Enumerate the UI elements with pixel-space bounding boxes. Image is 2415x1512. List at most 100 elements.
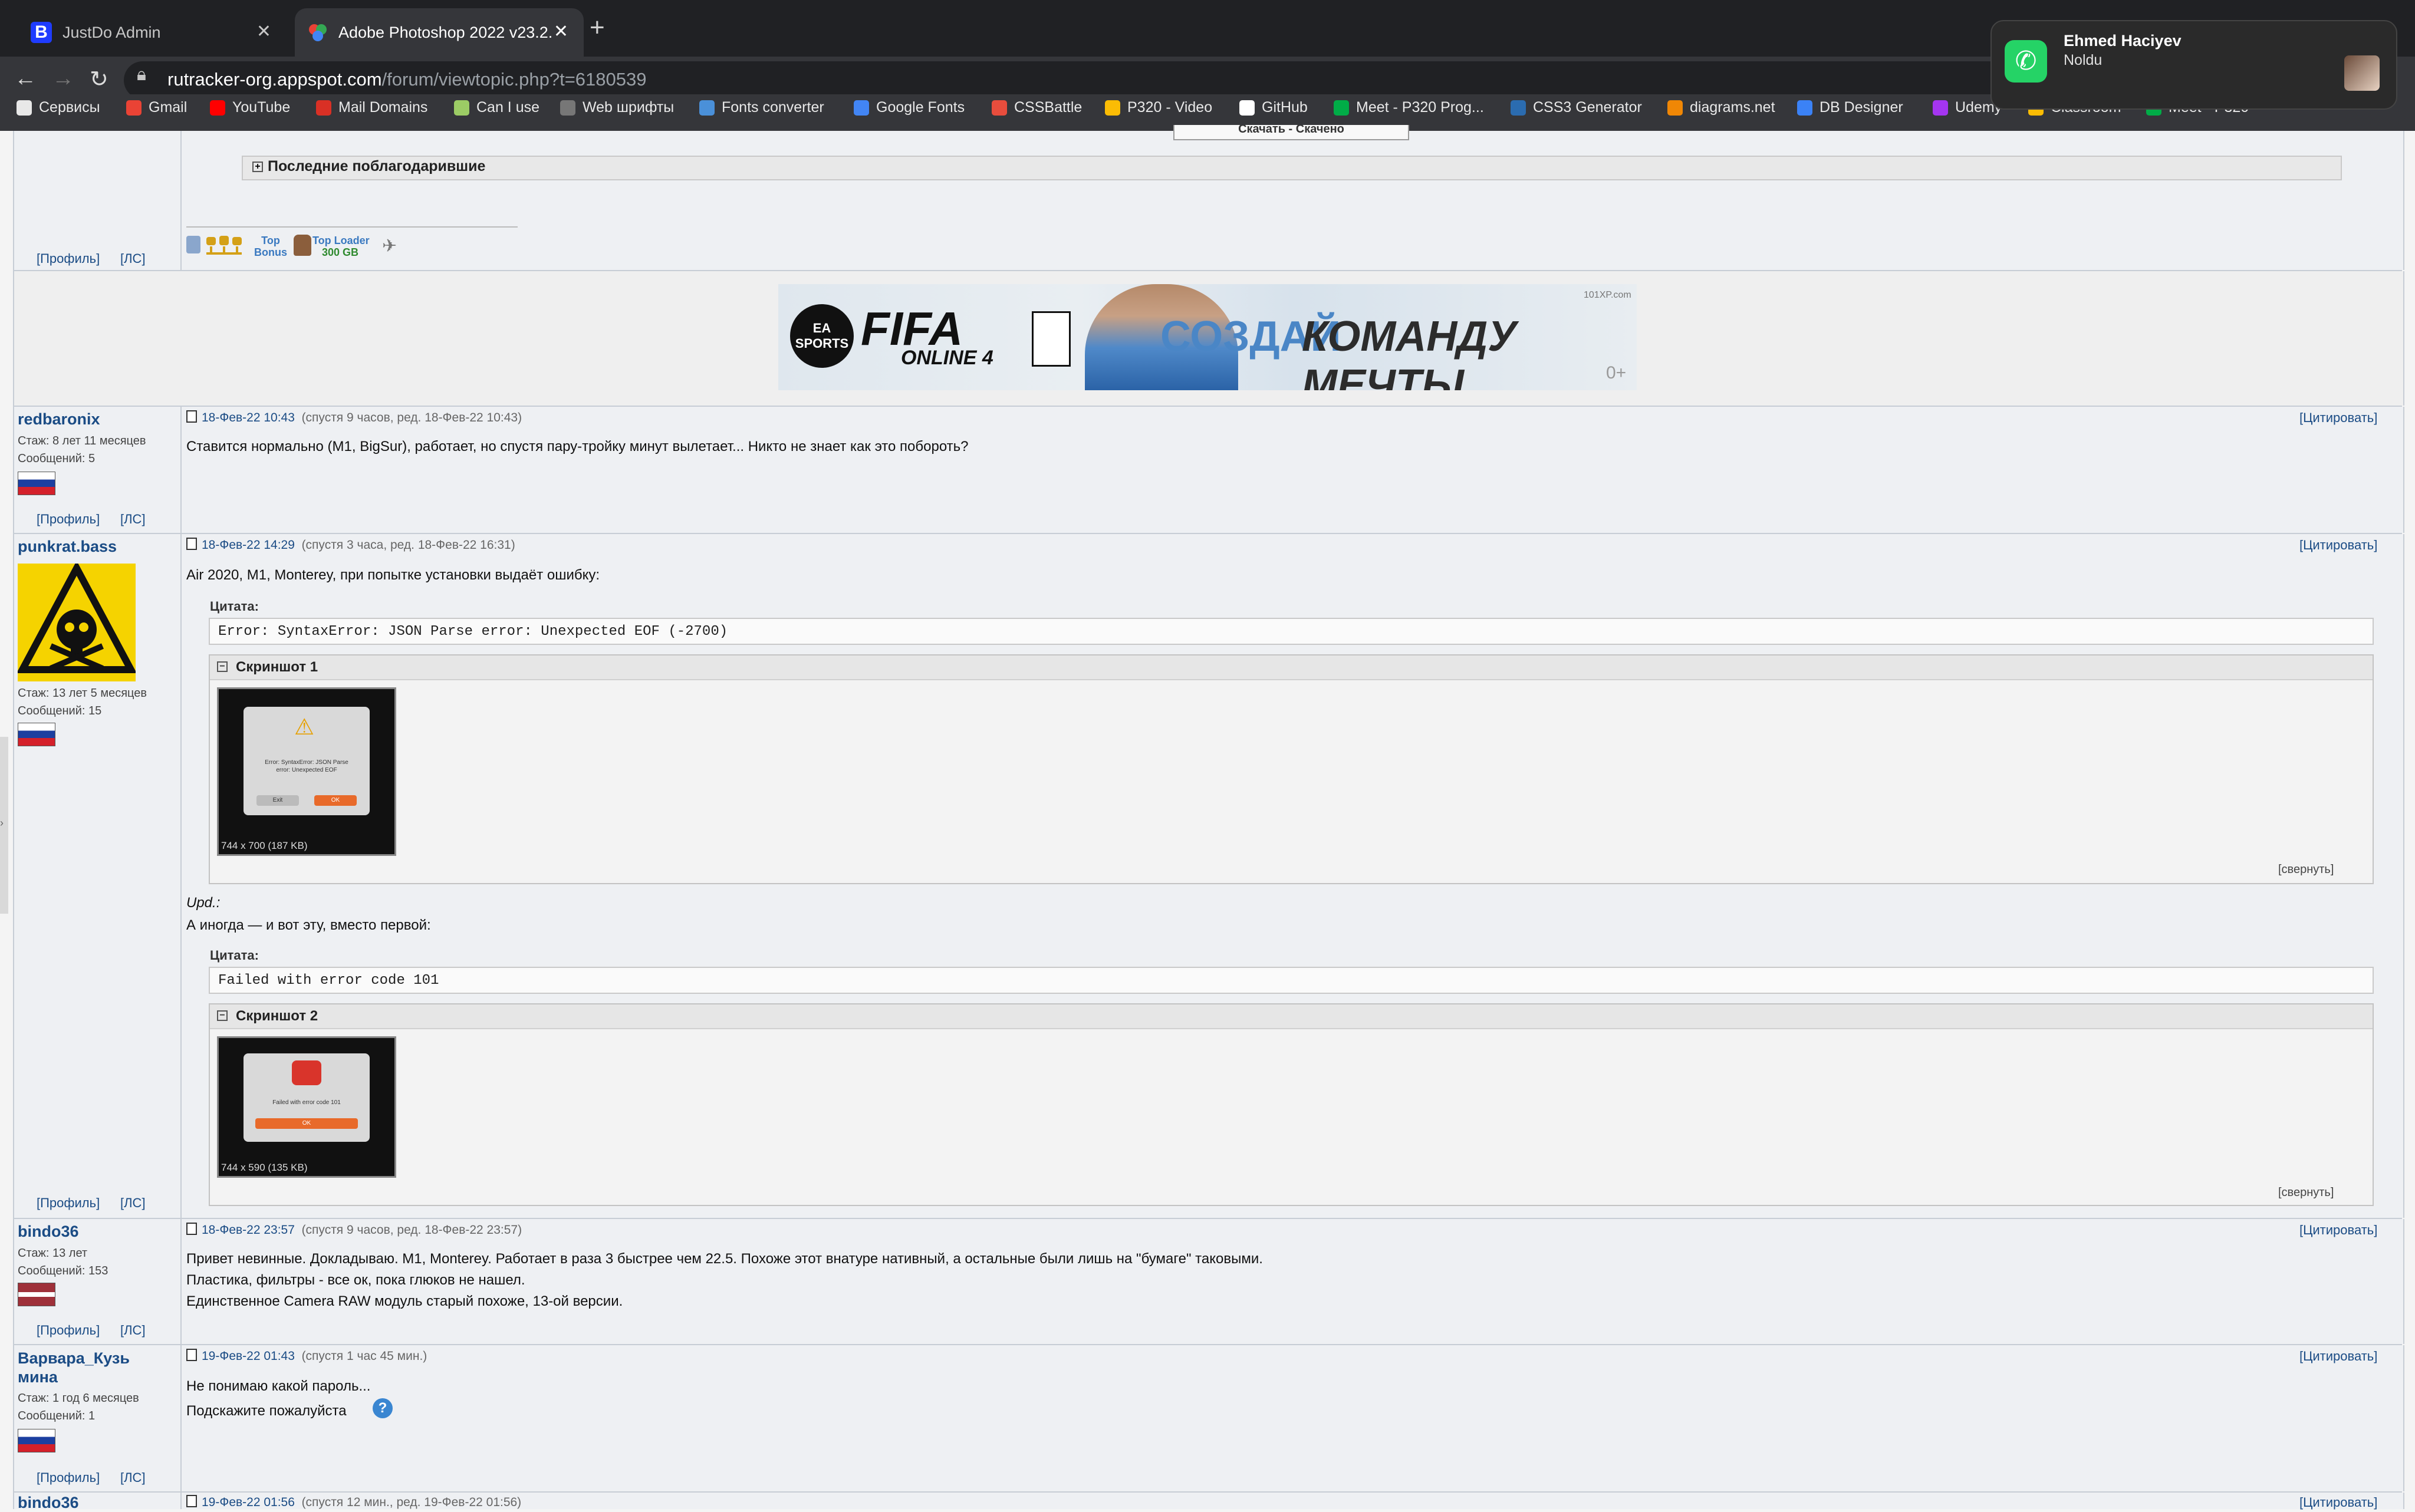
bookmark-label: YouTube	[232, 99, 291, 116]
pm-link[interactable]: [ЛС]	[120, 251, 146, 266]
bookmark-label: DB Designer	[1820, 99, 1903, 116]
post-text: Ставится нормально (M1, BigSur), работае…	[186, 439, 969, 454]
post-date[interactable]: 18-Фев-22 14:29	[202, 538, 295, 552]
image-caption: 744 x 590 (135 KB)	[221, 1162, 308, 1173]
whatsapp-notification[interactable]	[1990, 20, 2397, 110]
bookmark-label: CSS3 Generator	[1533, 99, 1642, 116]
bookmark-label: Сервисы	[39, 99, 100, 116]
post-edit-meta: (спустя 12 мин., ред. 19-Фев-22 01:56)	[301, 1495, 522, 1509]
profile-link[interactable]: [Профиль]	[37, 251, 100, 266]
bookmark-item[interactable]: GitHub	[1239, 99, 1308, 116]
bookmark-item[interactable]: DB Designer	[1797, 99, 1903, 116]
post-date[interactable]: 19-Фев-22 01:56	[202, 1495, 295, 1509]
bookmark-item[interactable]: CSS3 Generator	[1511, 99, 1642, 116]
post-header: 19-Фев-22 01:56 (спустя 12 мин., ред. 19…	[186, 1495, 521, 1510]
pm-link[interactable]: [ЛС]	[120, 1195, 146, 1211]
url-text[interactable]: rutracker-org.appspot.com/forum/viewtopi…	[167, 69, 647, 90]
author-experience: Стаж: 1 год 6 месяцев	[18, 1392, 139, 1405]
author-name[interactable]: bindo36	[18, 1494, 79, 1512]
age-rating: 0+	[1606, 363, 1627, 383]
collapse-minus-icon[interactable]: −	[217, 1010, 228, 1021]
download-button[interactable]: Скачать - Скачено	[1173, 125, 1409, 140]
post-text-line: Единственное Camera RAW модуль старый по…	[186, 1293, 623, 1309]
quote-button[interactable]: [Цитировать]	[2299, 538, 2377, 553]
post-date[interactable]: 18-Фев-22 10:43	[202, 411, 295, 424]
spoiler-title: Скриншот 1	[236, 659, 318, 675]
lock-icon[interactable]: 🔒︎	[137, 65, 146, 85]
spoiler-header[interactable]: − Скриншот 1	[210, 655, 2373, 680]
collapse-minus-icon[interactable]: −	[217, 661, 228, 672]
whatsapp-icon: ✆	[2005, 40, 2047, 83]
screenshot-thumbnail-2[interactable]: Failed with error code 101 OK 744 x 590 …	[217, 1036, 396, 1178]
new-tab-plus-icon[interactable]: +	[590, 13, 605, 42]
reload-icon[interactable]: ↻	[90, 66, 108, 93]
bookmark-label: P320 - Video	[1127, 99, 1213, 116]
profile-link[interactable]: [Профиль]	[37, 512, 100, 527]
bookmark-item[interactable]: Mail Domains	[316, 99, 427, 116]
bookmark-item[interactable]: Сервисы	[17, 99, 100, 116]
bookmark-item[interactable]: YouTube	[210, 99, 290, 116]
russia-flag-icon	[18, 723, 55, 746]
post-icon	[186, 1495, 197, 1507]
post-date[interactable]: 19-Фев-22 01:43	[202, 1349, 295, 1363]
diagrams-icon	[1667, 100, 1683, 116]
forward-arrow-icon[interactable]: →	[52, 66, 74, 91]
notification-body: Noldu	[2064, 52, 2103, 68]
profile-link[interactable]: [Профиль]	[37, 1195, 100, 1211]
fifa-banner-ad[interactable]: EA SPORTS FIFA ONLINE 4 СОЗДАЙ КОМАНДУ М…	[778, 284, 1637, 390]
post-previous	[13, 131, 2404, 270]
pm-link[interactable]: [ЛС]	[120, 1470, 146, 1485]
expand-arrow-icon[interactable]: ›	[0, 817, 4, 829]
screenshot-spoiler-1: − Скриншот 1	[209, 654, 2374, 884]
profile-link[interactable]: [Профиль]	[37, 1470, 100, 1485]
bookmark-item[interactable]: diagrams.net	[1667, 99, 1775, 116]
tab-photoshop[interactable]: Adobe Photoshop 2022 v23.2. ✕	[295, 8, 584, 57]
top-loader-size: 300 GB	[322, 246, 359, 258]
collapse-link[interactable]: [свернуть]	[2278, 1186, 2334, 1200]
banner-site: 101XP.com	[1584, 290, 1631, 300]
notification-title: Ehmed Haciyev	[2064, 32, 2182, 50]
post-edit-meta: (спустя 3 часа, ред. 18-Фев-22 16:31)	[301, 538, 515, 552]
back-arrow-icon[interactable]: ←	[14, 66, 37, 91]
author-posts: Сообщений: 153	[18, 1264, 108, 1277]
bookmark-item[interactable]: Web шрифты	[560, 99, 674, 116]
post-redbaronix	[13, 407, 2404, 533]
author-name[interactable]: redbaronix	[18, 410, 100, 429]
bookmark-item[interactable]: P320 - Video	[1105, 99, 1212, 116]
bookmark-item[interactable]: Can I use	[454, 99, 539, 116]
tab-justdo-admin[interactable]: B JustDo Admin ✕	[9, 8, 287, 57]
quote-button[interactable]: [Цитировать]	[2299, 1223, 2377, 1238]
close-tab-icon[interactable]: ✕	[554, 21, 568, 42]
post-date[interactable]: 18-Фев-22 23:57	[202, 1223, 295, 1237]
bookmark-item[interactable]: Google Fonts	[854, 99, 965, 116]
quote-button[interactable]: [Цитировать]	[2299, 410, 2377, 426]
quote-button[interactable]: [Цитировать]	[2299, 1495, 2377, 1510]
author-name[interactable]: bindo36	[18, 1223, 79, 1241]
trophy-icon	[204, 235, 244, 256]
spoiler-header[interactable]: − Скриншот 2	[210, 1004, 2373, 1029]
notification-avatar	[2344, 55, 2380, 91]
bookmark-item[interactable]: Gmail	[126, 99, 187, 116]
author-name[interactable]: punkrat.bass	[18, 538, 117, 556]
screenshot-thumbnail-1[interactable]: ⚠ Error: SyntaxError: JSON Parse error: U…	[217, 687, 396, 856]
bookmark-item[interactable]: CSSBattle	[992, 99, 1082, 116]
profile-link[interactable]: [Профиль]	[37, 1323, 100, 1338]
last-thanked-spoiler[interactable]	[242, 156, 2342, 180]
pm-link[interactable]: [ЛС]	[120, 512, 146, 527]
quote-box: Failed with error code 101	[209, 967, 2374, 994]
author-name[interactable]: Варвара_Кузь мина	[18, 1349, 130, 1386]
collapse-link[interactable]: [свернуть]	[2278, 863, 2334, 877]
apps-grid-icon	[17, 100, 32, 116]
tab-title: JustDo Admin	[62, 23, 161, 41]
post-icon	[186, 1223, 197, 1235]
bookmark-item[interactable]: Meet - P320 Prog...	[1334, 99, 1484, 116]
bookmark-label: Web шрифты	[583, 99, 675, 116]
expand-plus-icon[interactable]: +	[252, 162, 263, 172]
banner-slogan-b: КОМАНДУ МЕЧТЫ	[1302, 313, 1517, 390]
bookmark-item[interactable]: Fonts converter	[699, 99, 824, 116]
pm-link[interactable]: [ЛС]	[120, 1323, 146, 1338]
close-tab-icon[interactable]: ✕	[256, 21, 271, 42]
dialog-ok-button: OK	[255, 1118, 358, 1129]
author-experience: Стаж: 13 лет	[18, 1247, 88, 1260]
quote-button[interactable]: [Цитировать]	[2299, 1349, 2377, 1364]
